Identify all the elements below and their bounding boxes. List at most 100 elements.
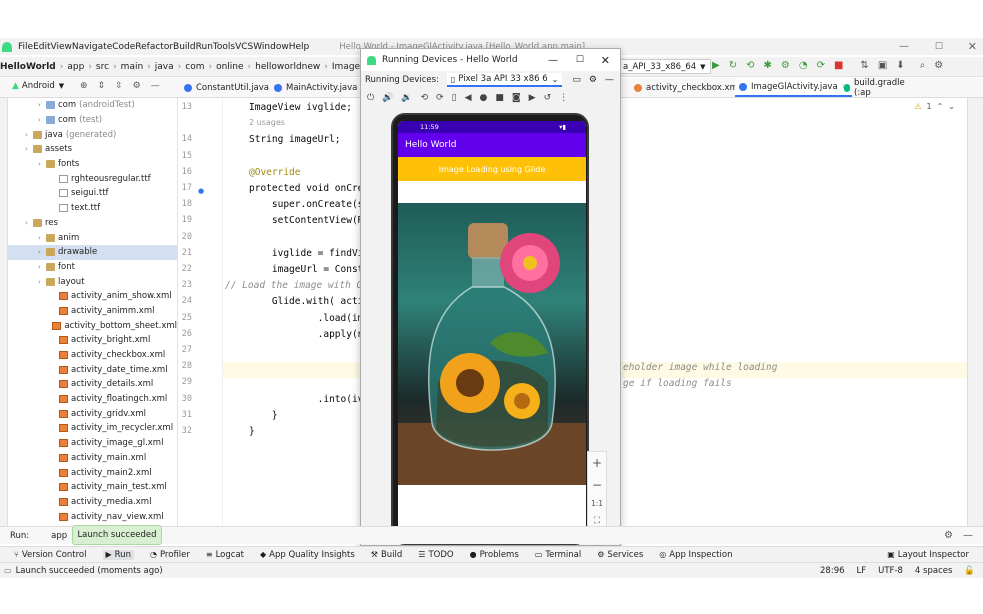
tree-item[interactable]: activity_main_test.xml xyxy=(8,480,177,495)
stop-icon[interactable]: ■ xyxy=(834,60,843,71)
line-separator[interactable]: LF xyxy=(857,566,867,576)
indent-setting[interactable]: 4 spaces xyxy=(915,566,952,576)
overview-icon[interactable]: ■ xyxy=(495,93,504,103)
layout-icon[interactable]: ▭ xyxy=(572,75,581,85)
expand-icon[interactable]: ⇕ xyxy=(98,81,106,91)
run-settings-gear-icon[interactable]: ⚙ xyxy=(944,530,953,541)
breadcrumb-item[interactable]: helloworldnew xyxy=(255,62,320,72)
maximize-window-icon[interactable]: ☐ xyxy=(935,42,943,52)
menu-item-file[interactable]: File xyxy=(18,42,33,52)
tree-item[interactable]: › font xyxy=(8,260,177,275)
tree-item[interactable]: activity_floatingch.xml xyxy=(8,392,177,407)
hide-icon[interactable]: — xyxy=(151,81,160,91)
tree-item[interactable]: activity_main2.xml xyxy=(8,465,177,480)
tree-item[interactable]: activity_main.xml xyxy=(8,451,177,466)
collapse-icon[interactable]: ⇳ xyxy=(115,81,123,91)
rotate-right-icon[interactable]: ⟳ xyxy=(436,93,444,103)
lock-icon[interactable]: 🔓 xyxy=(964,566,975,576)
tool-window-todo[interactable]: ☰ TODO xyxy=(418,550,453,560)
tree-item[interactable]: activity_checkbox.xml xyxy=(8,348,177,363)
tool-window-app-quality-insights[interactable]: ◆ App Quality Insights xyxy=(260,550,355,560)
up-arrow-icon[interactable]: ⌃ xyxy=(937,102,944,111)
power-icon[interactable]: ⏻ xyxy=(367,93,374,103)
breadcrumb-item[interactable]: main xyxy=(121,62,144,72)
tree-item[interactable]: activity_nav_view.xml xyxy=(8,509,177,524)
debug-icon[interactable]: ✱ xyxy=(763,60,771,71)
tree-item[interactable]: › assets xyxy=(8,142,177,157)
breadcrumb-item[interactable]: java xyxy=(155,62,174,72)
caret-position[interactable]: 28:96 xyxy=(820,566,845,576)
breadcrumb-item[interactable]: com xyxy=(185,62,204,72)
sync-gradle-icon[interactable]: ⇅ xyxy=(860,60,868,71)
tree-item[interactable]: activity_im_recycler.xml xyxy=(8,421,177,436)
breadcrumb-item[interactable]: src xyxy=(96,62,109,72)
back-icon[interactable]: ◀ xyxy=(465,93,472,103)
menu-item-window[interactable]: Window xyxy=(253,42,289,52)
rotate-left-icon[interactable]: ⟲ xyxy=(421,93,429,103)
menu-item-refactor[interactable]: Refactor xyxy=(135,42,173,52)
editor-tab[interactable]: ImageGlActivity.java✕ xyxy=(735,78,852,97)
more-options-icon[interactable]: ⋮ xyxy=(559,93,568,103)
menu-item-vcs[interactable]: VCS xyxy=(235,42,253,52)
device-tab[interactable]: ▯ Pixel 3a API 33 x86 6 ⌄ xyxy=(446,73,563,87)
zoom-actual-size-button[interactable]: 1:1 xyxy=(591,499,603,508)
screenshot-icon[interactable]: ◙ xyxy=(512,93,521,103)
tree-item[interactable]: seigui.ttf xyxy=(8,186,177,201)
tree-item[interactable]: › java (generated) xyxy=(8,127,177,142)
warning-indicator[interactable]: ⚠ 1 ⌃ ⌄ xyxy=(914,102,955,111)
menu-item-run[interactable]: Run xyxy=(196,42,213,52)
apply-changes-icon[interactable]: ↻ xyxy=(729,60,737,71)
tree-item[interactable]: › com (test) xyxy=(8,113,177,128)
sdk-manager-icon[interactable]: ⬇ xyxy=(896,60,904,71)
menu-item-navigate[interactable]: Navigate xyxy=(72,42,112,52)
close-icon[interactable]: ✕ xyxy=(601,54,610,67)
tool-window-run[interactable]: ▶ Run xyxy=(102,549,134,560)
minimize-icon[interactable]: — xyxy=(548,55,558,66)
tree-item[interactable]: activity_bottom_sheet.xml xyxy=(8,318,177,333)
tree-item[interactable]: › res xyxy=(8,216,177,231)
run-icon[interactable]: ▶ xyxy=(712,60,720,71)
gear-icon[interactable]: ⚙ xyxy=(589,75,597,85)
override-marker-icon[interactable]: ● xyxy=(198,187,204,195)
settings-gear-icon[interactable]: ⚙ xyxy=(934,60,943,71)
options-gear-icon[interactable]: ⚙ xyxy=(133,81,141,91)
run-hide-icon[interactable]: — xyxy=(963,530,973,541)
device-manager-icon[interactable]: ▣ xyxy=(878,60,887,71)
menu-item-tools[interactable]: Tools xyxy=(213,42,235,52)
down-arrow-icon[interactable]: ⌄ xyxy=(948,102,955,111)
tree-item[interactable]: activity_media.xml xyxy=(8,495,177,510)
close-window-icon[interactable]: ✕ xyxy=(968,40,977,53)
locate-icon[interactable]: ⊕ xyxy=(80,81,88,91)
tree-item[interactable]: text.ttf xyxy=(8,201,177,216)
tree-item[interactable]: activity_gridv.xml xyxy=(8,406,177,421)
breadcrumb-item[interactable]: online xyxy=(216,62,243,72)
breadcrumb-item[interactable]: app xyxy=(67,62,84,72)
tree-item[interactable]: › anim xyxy=(8,230,177,245)
layout-inspector-button[interactable]: ▣ Layout Inspector xyxy=(887,550,969,560)
tool-window-services[interactable]: ⚙ Services xyxy=(597,550,643,560)
home-icon[interactable]: ● xyxy=(480,93,488,103)
reset-icon[interactable]: ↺ xyxy=(544,93,552,103)
chevron-down-icon[interactable]: ⌄ xyxy=(552,75,559,84)
minimize-window-icon[interactable]: — xyxy=(899,41,909,52)
device-screen[interactable]: 11:59 ▾▮ Hello World Image Loading using… xyxy=(398,121,586,541)
editor-tab[interactable]: ConstantUtil.java✕ xyxy=(180,78,283,97)
hide-icon[interactable]: — xyxy=(605,75,614,85)
tool-window-version-control[interactable]: ⑂ Version Control xyxy=(14,550,87,560)
tree-item[interactable]: › drawable xyxy=(8,244,177,260)
tool-window-terminal[interactable]: ▭ Terminal xyxy=(535,550,581,560)
device-selector[interactable]: a_API_33_x86_64 ▼ xyxy=(618,59,711,74)
tree-item[interactable]: activity_animm.xml xyxy=(8,304,177,319)
tree-item[interactable]: › com (androidTest) xyxy=(8,98,177,113)
volume-up-icon[interactable]: 🔊 xyxy=(382,93,393,103)
tree-item[interactable]: rghteousregular.ttf xyxy=(8,171,177,186)
editor-tab[interactable]: build.gradle (:ap xyxy=(840,78,911,98)
menu-item-help[interactable]: Help xyxy=(289,42,310,52)
attach-debugger-icon[interactable]: ⚙ xyxy=(781,60,790,71)
project-view-selector[interactable]: ▲ Android ▼ xyxy=(12,81,64,91)
tree-item[interactable]: activity_bright.xml xyxy=(8,333,177,348)
image-loading-button[interactable]: Image Loading using Glide xyxy=(398,157,586,181)
menu-item-view[interactable]: View xyxy=(51,42,72,52)
tree-item[interactable]: activity_date_time.xml xyxy=(8,362,177,377)
screen-record-icon[interactable]: ▶ xyxy=(529,93,536,103)
